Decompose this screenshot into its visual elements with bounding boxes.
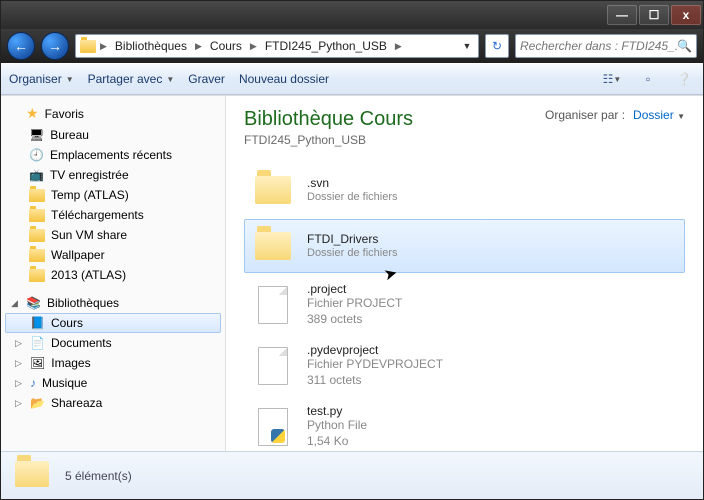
navigation-pane: ★ Favoris 🖥Bureau 🕘Emplacements récents …	[1, 96, 226, 451]
crumb-libraries[interactable]: Bibliothèques	[109, 35, 193, 57]
file-icon	[253, 346, 293, 386]
file-list-area: Bibliothèque Cours FTDI245_Python_USB Or…	[226, 96, 703, 451]
titlebar: — ☐ x	[1, 1, 703, 29]
pictures-icon: 🖼	[30, 356, 45, 370]
star-icon: ★	[26, 105, 39, 122]
file-item-project[interactable]: .project Fichier PROJECT389 octets	[244, 275, 685, 334]
expander-icon[interactable]: ▷	[13, 358, 24, 369]
sidebar-item-music[interactable]: ▷♪Musique	[1, 373, 225, 393]
recent-icon: 🕘	[29, 148, 44, 162]
preview-pane-icon[interactable]: ▫	[637, 68, 659, 90]
folder-icon	[29, 229, 45, 242]
share-menu[interactable]: Partager avec ▼	[88, 72, 175, 86]
organize-by: Organiser par : Dossier ▼	[545, 108, 685, 122]
file-item-testpy[interactable]: test.py Python File1,54 Ko	[244, 397, 685, 451]
expander-icon[interactable]: ◢	[9, 298, 20, 309]
organize-by-dropdown[interactable]: Dossier ▼	[633, 108, 685, 122]
forward-button[interactable]: →	[41, 32, 69, 60]
crumb-folder[interactable]: FTDI245_Python_USB	[259, 35, 393, 57]
chevron-down-icon: ▼	[166, 75, 174, 84]
share-icon: 📂	[30, 396, 45, 410]
music-icon: ♪	[30, 376, 36, 390]
chevron-icon[interactable]: ▶	[98, 41, 109, 52]
crumb-cours[interactable]: Cours	[204, 35, 248, 57]
help-icon[interactable]: ❔	[673, 68, 695, 90]
file-item-ftdi-drivers[interactable]: FTDI_Drivers Dossier de fichiers	[244, 219, 685, 273]
search-input[interactable]	[520, 39, 677, 53]
libraries-header[interactable]: ◢ 📚 Bibliothèques	[1, 293, 225, 313]
library-header: Bibliothèque Cours FTDI245_Python_USB Or…	[244, 108, 685, 147]
library-subtitle: FTDI245_Python_USB	[244, 133, 413, 147]
address-bar[interactable]: ▶ Bibliothèques ▶ Cours ▶ FTDI245_Python…	[75, 34, 479, 58]
refresh-button[interactable]: ↻	[485, 34, 509, 58]
content-area: ★ Favoris 🖥Bureau 🕘Emplacements récents …	[1, 95, 703, 451]
favorites-header[interactable]: ★ Favoris	[1, 102, 225, 125]
folder-icon	[253, 226, 293, 266]
expander-icon[interactable]: ▷	[13, 338, 24, 349]
organize-menu[interactable]: Organiser ▼	[9, 72, 74, 86]
folder-icon	[253, 170, 293, 210]
sidebar-item-images[interactable]: ▷🖼Images	[1, 353, 225, 373]
toolbar: Organiser ▼ Partager avec ▼ Graver Nouve…	[1, 63, 703, 95]
sidebar-item-temp[interactable]: Temp (ATLAS)	[1, 185, 225, 205]
sidebar-item-bureau[interactable]: 🖥Bureau	[1, 125, 225, 145]
favorites-label: Favoris	[45, 107, 84, 121]
folder-icon	[29, 249, 45, 262]
search-box[interactable]: 🔍	[515, 34, 697, 58]
sidebar-item-wallpaper[interactable]: Wallpaper	[1, 245, 225, 265]
sidebar-item-sunvm[interactable]: Sun VM share	[1, 225, 225, 245]
view-options-icon[interactable]: ☷ ▼	[601, 68, 623, 90]
sidebar-item-shareaza[interactable]: ▷📂Shareaza	[1, 393, 225, 413]
python-file-icon	[253, 407, 293, 447]
minimize-button[interactable]: —	[607, 5, 637, 25]
sidebar-item-tv[interactable]: 📺TV enregistrée	[1, 165, 225, 185]
address-dropdown[interactable]: ▼	[458, 41, 476, 51]
sidebar-item-cours[interactable]: 📘Cours	[5, 313, 221, 333]
chevron-icon[interactable]: ▶	[248, 41, 259, 52]
folder-icon	[15, 461, 51, 491]
burn-button[interactable]: Graver	[188, 72, 225, 86]
folder-icon	[29, 209, 45, 222]
close-button[interactable]: x	[671, 5, 701, 25]
file-icon	[253, 285, 293, 325]
file-item-svn[interactable]: .svn Dossier de fichiers	[244, 163, 685, 217]
file-item-pydevproject[interactable]: .pydevproject Fichier PYDEVPROJECT311 oc…	[244, 336, 685, 395]
chevron-icon[interactable]: ▶	[193, 41, 204, 52]
chevron-icon[interactable]: ▶	[393, 41, 404, 52]
chevron-down-icon: ▼	[677, 112, 685, 121]
expander-icon[interactable]	[9, 108, 20, 119]
chevron-down-icon: ▼	[66, 75, 74, 84]
location-icon	[78, 36, 98, 56]
folder-icon	[29, 269, 45, 282]
documents-icon: 📄	[30, 336, 45, 350]
sidebar-item-documents[interactable]: ▷📄Documents	[1, 333, 225, 353]
library-title: Bibliothèque Cours	[244, 108, 413, 131]
sidebar-item-2013[interactable]: 2013 (ATLAS)	[1, 265, 225, 285]
new-folder-button[interactable]: Nouveau dossier	[239, 72, 329, 86]
folder-icon	[29, 189, 45, 202]
navbar: ← → ▶ Bibliothèques ▶ Cours ▶ FTDI245_Py…	[1, 29, 703, 63]
back-button[interactable]: ←	[7, 32, 35, 60]
maximize-button[interactable]: ☐	[639, 5, 669, 25]
status-bar: 5 élément(s)	[1, 451, 703, 499]
library-icon: 📘	[30, 316, 45, 330]
status-text: 5 élément(s)	[65, 469, 132, 483]
tv-icon: 📺	[29, 168, 44, 182]
expander-icon[interactable]: ▷	[13, 378, 24, 389]
sidebar-item-downloads[interactable]: Téléchargements	[1, 205, 225, 225]
library-icon: 📚	[26, 296, 41, 310]
libraries-label: Bibliothèques	[47, 296, 119, 310]
explorer-window: — ☐ x ← → ▶ Bibliothèques ▶ Cours ▶ FTDI…	[0, 0, 704, 500]
expander-icon[interactable]: ▷	[13, 398, 24, 409]
sidebar-item-recent[interactable]: 🕘Emplacements récents	[1, 145, 225, 165]
desktop-icon: 🖥	[29, 128, 44, 142]
search-icon[interactable]: 🔍	[677, 39, 692, 53]
